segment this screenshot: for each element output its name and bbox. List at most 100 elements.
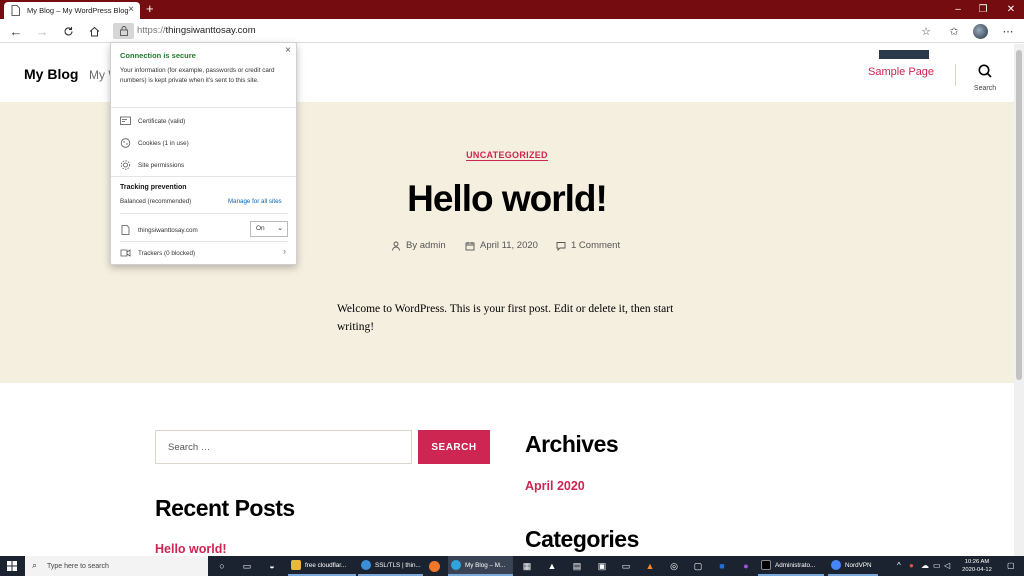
taskbar-app-terminal[interactable]: Administrato... bbox=[758, 556, 824, 576]
taskbar-app-edge[interactable]: My Blog – M... bbox=[448, 556, 513, 576]
address-bar[interactable]: https://thingsiwanttosay.com bbox=[137, 25, 256, 36]
comments-text: 1 Comment bbox=[571, 240, 621, 251]
terminal-icon bbox=[761, 560, 771, 570]
tracker-icon bbox=[120, 249, 131, 257]
divider bbox=[111, 176, 296, 177]
tracking-toggle-select[interactable]: On ⌄ bbox=[250, 221, 288, 237]
vlc-icon[interactable]: ▲ bbox=[642, 558, 658, 574]
chevron-right-icon: › bbox=[283, 246, 286, 256]
nordvpn-icon bbox=[831, 560, 841, 570]
url-host: thingsiwanttosay.com bbox=[165, 25, 256, 36]
tab-title: My Blog – My WordPress Blog bbox=[27, 6, 129, 15]
recent-post-link[interactable]: Hello world! bbox=[155, 542, 227, 556]
monitor-icon[interactable]: ▭ bbox=[618, 558, 634, 574]
browser-titlebar: My Blog – My WordPress Blog × + – ❐ ✕ bbox=[0, 0, 1024, 19]
search-toggle-button[interactable]: Search bbox=[968, 64, 1002, 92]
taskbar-app-label: My Blog – M... bbox=[465, 561, 506, 569]
search-input[interactable]: Search … bbox=[155, 430, 412, 464]
date-text: April 11, 2020 bbox=[480, 240, 538, 251]
cortana-icon[interactable]: ○ bbox=[214, 558, 230, 574]
scrollbar-thumb[interactable] bbox=[1016, 50, 1022, 380]
site-permissions-label: Site permissions bbox=[138, 161, 185, 169]
app-icon[interactable]: ▢ bbox=[690, 558, 706, 574]
search-submit-button[interactable]: SEARCH bbox=[418, 430, 490, 464]
cookies-row[interactable]: Cookies (1 in use) bbox=[120, 138, 189, 148]
back-icon[interactable]: ← bbox=[7, 22, 25, 40]
outlook-icon[interactable]: ■ bbox=[714, 558, 730, 574]
windows-logo-icon bbox=[7, 561, 17, 571]
refresh-icon[interactable] bbox=[59, 22, 77, 40]
tab-close-button[interactable]: × bbox=[128, 4, 134, 15]
volume-icon[interactable]: ◁ bbox=[944, 561, 950, 570]
more-menu-icon[interactable]: ⋯ bbox=[999, 22, 1017, 40]
start-button[interactable] bbox=[0, 556, 24, 576]
connection-info: Your information (for example, passwords… bbox=[120, 67, 275, 84]
tray-app-icon[interactable]: ☁ bbox=[921, 561, 929, 570]
windows-taskbar: ⌕ Type here to search ○ ▭ ◒ free cloudfl… bbox=[0, 556, 1024, 576]
archive-link[interactable]: April 2020 bbox=[525, 479, 585, 493]
page-scrollbar[interactable] bbox=[1014, 44, 1024, 556]
chevron-up-icon[interactable]: ^ bbox=[897, 561, 901, 570]
firefox-icon[interactable] bbox=[426, 558, 442, 574]
new-tab-button[interactable]: + bbox=[146, 1, 154, 16]
folder-icon bbox=[291, 560, 301, 570]
app-icon[interactable]: ▲ bbox=[544, 558, 560, 574]
app-icon[interactable]: ● bbox=[738, 558, 754, 574]
taskbar-app-label: SSL/TLS | thin... bbox=[375, 561, 421, 569]
notifications-icon[interactable]: ▢ bbox=[1007, 561, 1015, 570]
restore-button[interactable]: ❐ bbox=[968, 0, 998, 19]
search-toggle-label: Search bbox=[973, 85, 997, 92]
site-info-lock-button[interactable] bbox=[113, 23, 134, 39]
category-link[interactable]: UNCATEGORIZED bbox=[466, 150, 548, 161]
lock-icon bbox=[119, 26, 128, 36]
divider bbox=[120, 241, 288, 242]
divider bbox=[120, 213, 288, 214]
taskbar-app-chrome[interactable]: SSL/TLS | thin... bbox=[358, 556, 423, 576]
manage-all-sites-link[interactable]: Manage for all sites bbox=[228, 198, 282, 205]
site-permissions-row[interactable]: Site permissions bbox=[120, 160, 184, 170]
app-icon[interactable]: ◎ bbox=[666, 558, 682, 574]
post-author[interactable]: By admin bbox=[391, 240, 446, 251]
post-date[interactable]: April 11, 2020 bbox=[465, 240, 538, 251]
search-icon bbox=[978, 64, 992, 78]
photos-app-icon[interactable]: ◒ bbox=[264, 558, 280, 574]
menu-item-sample-page[interactable]: Sample Page bbox=[868, 66, 934, 78]
taskbar-app-explorer[interactable]: free cloudflar... bbox=[288, 556, 356, 576]
taskbar-search-input[interactable]: ⌕ Type here to search bbox=[25, 556, 208, 576]
tracking-prevention-title: Tracking prevention bbox=[120, 184, 187, 191]
edge-icon bbox=[451, 560, 461, 570]
chevron-down-icon: ⌄ bbox=[277, 225, 283, 232]
browser-toolbar: ← → https://thingsiwanttosay.com ☆ ✩ ⋯ bbox=[0, 19, 1024, 43]
certificate-row[interactable]: Certificate (valid) bbox=[120, 116, 185, 126]
trackers-row[interactable]: Trackers (0 blocked) bbox=[120, 248, 195, 258]
widget-area: Search … SEARCH Archives April 2020 Rece… bbox=[0, 383, 1014, 556]
post-comments[interactable]: 1 Comment bbox=[556, 240, 620, 251]
site-tracking-row: thingsiwanttosay.com bbox=[120, 225, 198, 235]
forward-icon[interactable]: → bbox=[33, 22, 51, 40]
browser-tab[interactable]: My Blog – My WordPress Blog × bbox=[4, 2, 140, 19]
chrome-icon bbox=[361, 560, 371, 570]
profile-avatar[interactable] bbox=[973, 24, 988, 39]
recent-posts-heading: Recent Posts bbox=[155, 495, 295, 521]
app-icon[interactable]: ▤ bbox=[569, 558, 585, 574]
tray-app-icon[interactable]: ● bbox=[909, 561, 914, 570]
site-title[interactable]: My Blog bbox=[24, 66, 78, 82]
taskbar-clock[interactable]: 10:26 AM 2020-04-12 bbox=[955, 558, 999, 574]
favorite-star-icon[interactable]: ☆ bbox=[917, 22, 935, 40]
calendar-icon bbox=[465, 241, 475, 250]
calculator-icon[interactable]: ▦ bbox=[519, 558, 535, 574]
header-decoration bbox=[879, 50, 929, 59]
taskbar-app-nordvpn[interactable]: NordVPN bbox=[828, 556, 878, 576]
clock-date: 2020-04-12 bbox=[962, 567, 992, 573]
close-window-button[interactable]: ✕ bbox=[996, 0, 1024, 19]
page-icon bbox=[121, 225, 130, 235]
favorites-list-icon[interactable]: ✩ bbox=[945, 22, 963, 40]
home-icon[interactable] bbox=[85, 22, 103, 40]
network-icon[interactable]: ▭ bbox=[933, 561, 941, 570]
taskbar-app-label: Administrato... bbox=[775, 561, 816, 569]
popup-close-button[interactable]: × bbox=[285, 45, 291, 56]
task-view-icon[interactable]: ▭ bbox=[239, 558, 255, 574]
app-icon[interactable]: ▣ bbox=[594, 558, 610, 574]
trackers-label: Trackers (0 blocked) bbox=[138, 249, 196, 257]
certificate-label: Certificate (valid) bbox=[138, 117, 186, 125]
